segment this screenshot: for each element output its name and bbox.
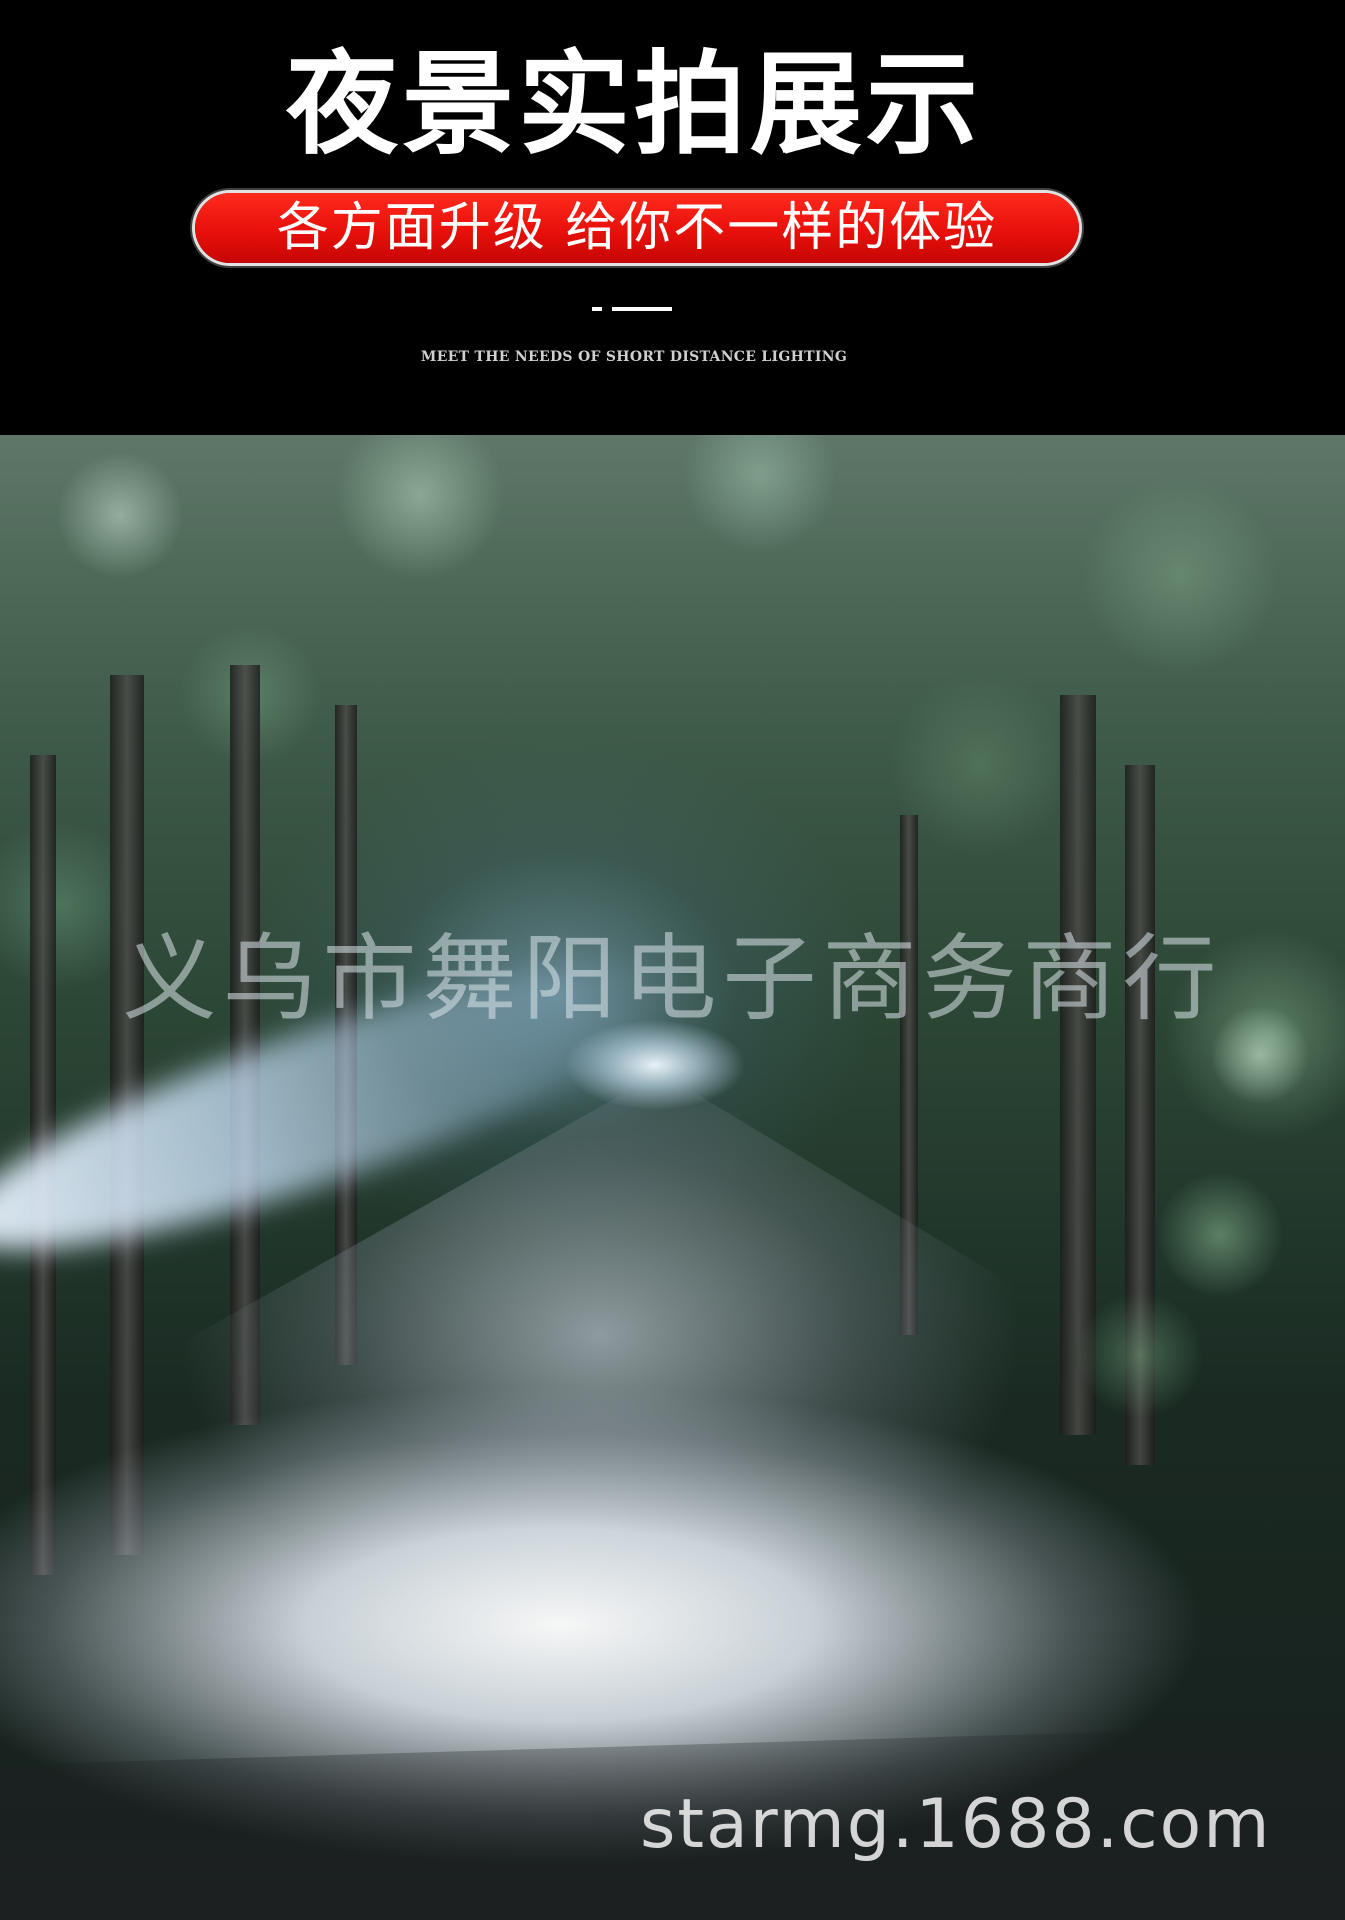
- night-road-photo: 义乌市舞阳电子商务商行 starmg.1688.com: [0, 435, 1345, 1920]
- shop-watermark: 义乌市舞阳电子商务商行: [122, 925, 1223, 1034]
- divider-line: [612, 307, 672, 311]
- english-subtitle: MEET THE NEEDS OF SHORT DISTANCE LIGHTIN…: [420, 349, 848, 365]
- website-watermark: starmg.1688.com: [640, 1785, 1272, 1864]
- banner-badge: 各方面升级 给你不一样的体验: [195, 193, 1079, 263]
- header-section: 夜景实拍展示 各方面升级 给你不一样的体验 MEET THE NEEDS OF …: [0, 0, 1345, 435]
- page-title: 夜景实拍展示: [286, 40, 982, 170]
- divider-dot: [592, 307, 602, 311]
